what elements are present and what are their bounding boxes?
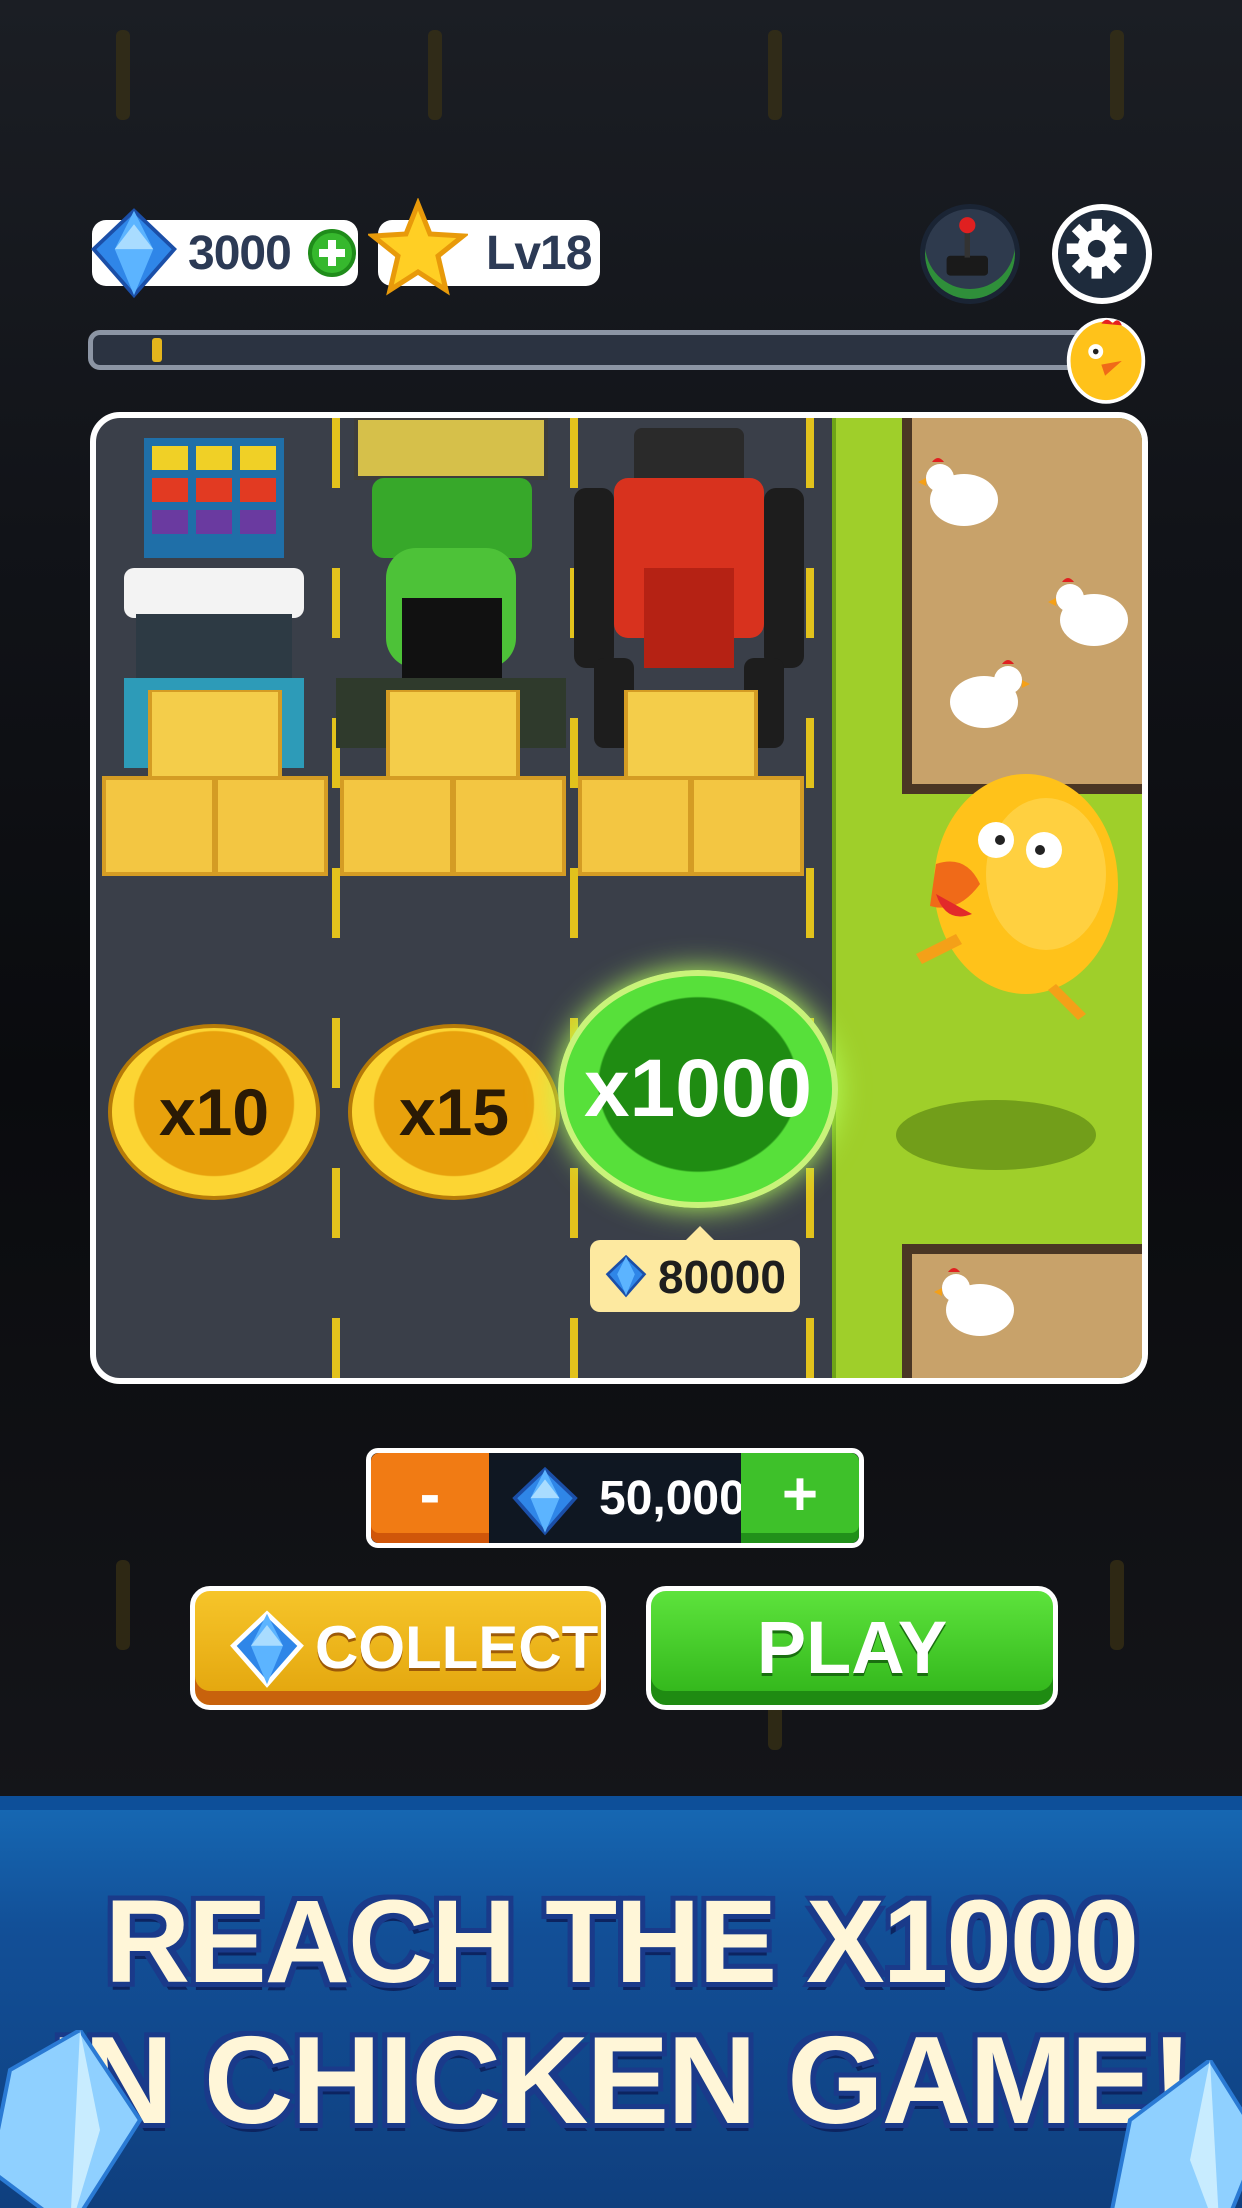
chicken-icon — [1066, 317, 1146, 404]
increase-bet-label: + — [781, 1460, 819, 1529]
play-button[interactable]: PLAY — [646, 1586, 1058, 1710]
collect-label: COLLECT — [315, 1614, 599, 1681]
increase-bet-button[interactable]: + — [741, 1453, 859, 1543]
gem-icon — [91, 208, 177, 299]
banner-headline-2: IN CHICKEN GAME! — [51, 2012, 1192, 2150]
hay-bales-image — [102, 690, 328, 876]
background-road-dash — [1110, 30, 1124, 120]
multiplier-label: x1000 — [583, 1043, 813, 1134]
settings-button[interactable] — [1052, 204, 1152, 304]
gear-icon — [1066, 218, 1127, 279]
lane-divider — [806, 418, 814, 1378]
gem-icon — [230, 1610, 304, 1688]
player-shadow — [896, 1100, 1096, 1170]
crystal-decoration — [1110, 2060, 1242, 2208]
add-gems-button[interactable] — [308, 229, 356, 277]
gem-icon — [512, 1466, 578, 1536]
crystal-decoration — [0, 2030, 143, 2208]
level-progress-bar — [88, 330, 1088, 370]
bet-control: - 50,000 + — [366, 1448, 864, 1548]
hen-image — [918, 458, 998, 526]
background-road-dash — [116, 1560, 130, 1650]
background-road-dash — [116, 30, 130, 120]
promo-banner: REACH THE X1000 IN CHICKEN GAME! — [0, 1796, 1242, 2208]
background-road-dash — [768, 30, 782, 120]
background-road-dash — [1110, 1560, 1124, 1650]
multiplier-label: x15 — [398, 1075, 510, 1149]
hay-bales-image — [578, 690, 804, 876]
multiplier-label: x10 — [158, 1075, 270, 1149]
joystick-button[interactable] — [920, 204, 1020, 304]
decrease-bet-label: - — [419, 1460, 441, 1529]
star-icon — [368, 198, 468, 296]
hay-bales-image — [340, 690, 566, 876]
hen-image — [1048, 578, 1128, 646]
game-board: x10 x15 x1000 80000 — [90, 412, 1148, 1384]
multiplier-coin-current[interactable]: x1000 — [558, 970, 838, 1208]
player-chicken — [916, 774, 1118, 1020]
progress-marker — [152, 338, 162, 362]
bet-amount: 50,000 — [599, 1472, 746, 1525]
decrease-bet-button[interactable]: - — [371, 1453, 489, 1543]
background-road-dash — [428, 30, 442, 120]
banner-headline-1: REACH THE X1000 — [104, 1876, 1139, 2008]
hen-image — [950, 660, 1030, 728]
level-value: Lv18 — [486, 227, 592, 280]
next-payout-tag: 80000 — [590, 1226, 800, 1312]
play-label: PLAY — [756, 1606, 948, 1689]
collect-button[interactable]: COLLECT — [190, 1586, 606, 1710]
multiplier-coin-2[interactable]: x15 — [348, 1024, 560, 1200]
multiplier-coin-1[interactable]: x10 — [108, 1024, 320, 1200]
hen-image — [934, 1268, 1014, 1336]
next-payout-value: 80000 — [658, 1251, 786, 1303]
gem-balance-value: 3000 — [188, 227, 292, 280]
gem-icon — [605, 1254, 647, 1298]
joystick-icon — [946, 217, 988, 276]
